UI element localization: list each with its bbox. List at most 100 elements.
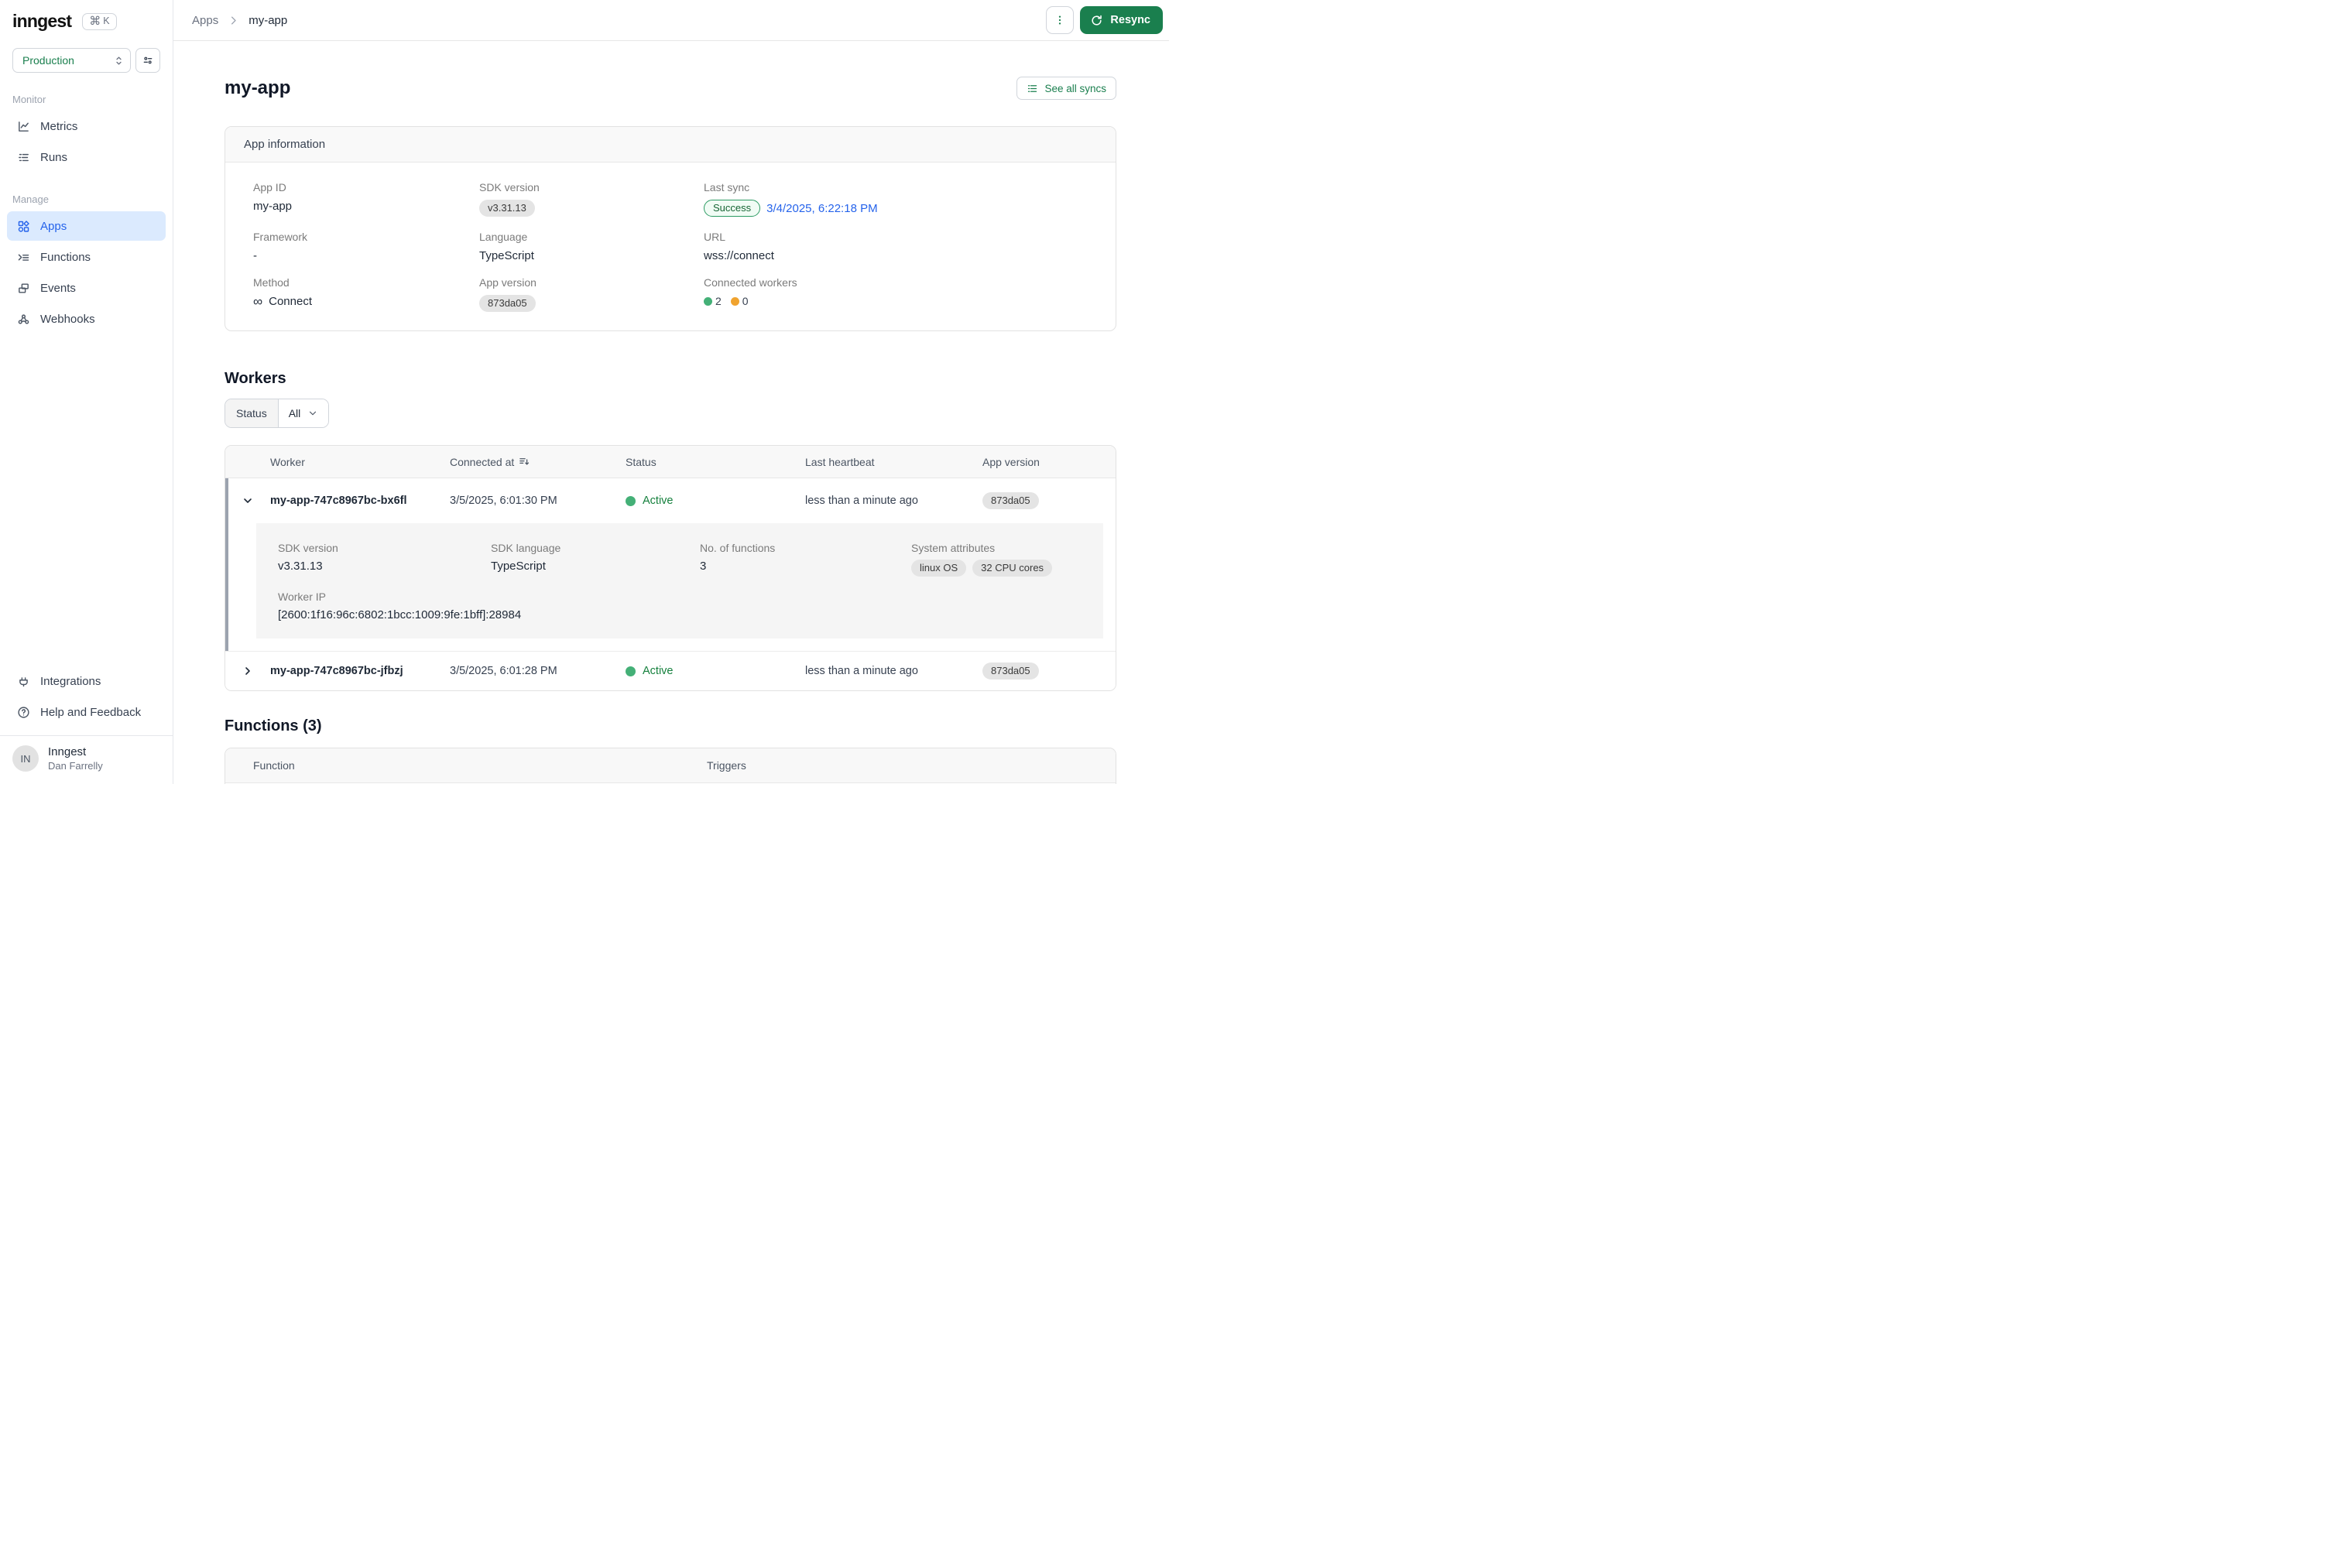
status-filter: Status All	[225, 399, 329, 428]
infinity-icon: ∞	[253, 295, 262, 308]
sidebar-item-label: Webhooks	[40, 313, 95, 326]
status-filter-dropdown[interactable]: All	[279, 399, 329, 427]
worker-last-heartbeat: less than a minute ago	[805, 495, 982, 507]
field-framework: Framework -	[253, 231, 479, 262]
collapse-row-chevron-down-icon[interactable]	[225, 495, 270, 507]
org-name: Inngest	[48, 745, 103, 758]
worker-row-group-expanded: my-app-747c8967bc-bx6fl 3/5/2025, 6:01:3…	[225, 478, 1116, 652]
environment-name: Production	[22, 54, 74, 67]
worker-connected-at: 3/5/2025, 6:01:28 PM	[450, 665, 626, 677]
detail-functions-count: No. of functions 3	[700, 542, 911, 577]
attribute-badge: linux OS	[911, 560, 966, 577]
sidebar-item-functions[interactable]: Functions	[7, 242, 166, 272]
worker-name: my-app-747c8967bc-bx6fl	[270, 495, 450, 507]
user-name: Dan Farrelly	[48, 760, 103, 772]
sidebar-item-integrations[interactable]: Integrations	[7, 666, 166, 696]
sidebar-item-events[interactable]: Events	[7, 273, 166, 303]
detail-worker-ip: Worker IP [2600:1f16:96c:6802:1bcc:1009:…	[278, 591, 1082, 621]
inngest-logo: inngest	[12, 11, 71, 32]
sidebar-item-label: Events	[40, 282, 76, 295]
sidebar: inngest ⌘K Production Monitor Metrics	[0, 0, 173, 784]
more-actions-button[interactable]	[1046, 6, 1074, 34]
command-icon: ⌘	[89, 15, 101, 27]
sidebar-item-help[interactable]: Help and Feedback	[7, 697, 166, 727]
field-method: Method ∞Connect	[253, 276, 479, 312]
breadcrumb: Apps my-app	[192, 14, 287, 27]
field-last-sync: Last sync Success 3/4/2025, 6:22:18 PM	[704, 181, 1088, 217]
worker-app-version-badge: 873da05	[982, 662, 1039, 680]
webhooks-nodes-icon	[17, 313, 30, 326]
sidebar-section-manage: Manage	[12, 193, 160, 205]
workers-heading: Workers	[225, 370, 1116, 388]
col-last-heartbeat: Last heartbeat	[805, 456, 982, 468]
col-worker: Worker	[270, 456, 450, 468]
page-title: my-app	[225, 77, 290, 99]
expand-row-chevron-right-icon[interactable]	[225, 665, 270, 677]
worker-row[interactable]: my-app-747c8967bc-jfbzj 3/5/2025, 6:01:2…	[225, 652, 1116, 690]
breadcrumb-apps-link[interactable]: Apps	[192, 14, 218, 27]
plug-icon	[17, 675, 30, 688]
attribute-badge: 32 CPU cores	[972, 560, 1052, 577]
sidebar-item-label: Integrations	[40, 675, 101, 688]
worker-details-panel: SDK version v3.31.13 SDK language TypeSc…	[256, 523, 1103, 638]
environment-selector[interactable]: Production	[12, 48, 131, 73]
chevron-down-icon	[307, 408, 318, 419]
worker-app-version-badge: 873da05	[982, 492, 1039, 509]
app-version-badge: 873da05	[479, 295, 536, 312]
worker-status: Active	[626, 495, 805, 507]
environment-settings-button[interactable]	[135, 48, 160, 73]
metrics-chart-icon	[17, 120, 30, 133]
functions-table: Function Triggers	[225, 748, 1116, 784]
events-windows-icon	[17, 282, 30, 295]
status-dot	[626, 496, 636, 506]
col-connected-at[interactable]: Connected at	[450, 456, 626, 468]
field-app-version: App version 873da05	[479, 276, 704, 312]
refresh-icon	[1090, 14, 1103, 27]
workers-table-header: Worker Connected at Status Last heartbea…	[225, 446, 1116, 478]
topbar: Apps my-app Resync	[173, 0, 1169, 41]
sidebar-item-runs[interactable]: Runs	[7, 142, 166, 172]
active-workers-dot	[704, 297, 712, 306]
see-all-syncs-button[interactable]: See all syncs	[1016, 77, 1116, 100]
field-url: URL wss://connect	[704, 231, 1088, 262]
last-sync-link[interactable]: 3/4/2025, 6:22:18 PM	[766, 202, 877, 215]
question-circle-icon	[17, 706, 30, 719]
chevrons-up-down-icon	[113, 55, 125, 67]
sidebar-item-webhooks[interactable]: Webhooks	[7, 304, 166, 334]
worker-row[interactable]: my-app-747c8967bc-bx6fl 3/5/2025, 6:01:3…	[225, 478, 1116, 523]
sidebar-item-label: Help and Feedback	[40, 706, 141, 719]
sidebar-item-apps[interactable]: Apps	[7, 211, 166, 241]
apps-grid-icon	[17, 220, 30, 233]
page-content: my-app See all syncs App information App…	[173, 41, 1169, 784]
app-information-card: App information App ID my-app SDK versio…	[225, 126, 1116, 331]
function-row-partial	[225, 783, 1116, 784]
sidebar-item-label: Runs	[40, 151, 67, 164]
resync-button[interactable]: Resync	[1080, 6, 1163, 34]
worker-status: Active	[626, 665, 805, 677]
functions-heading: Functions (3)	[225, 717, 1116, 735]
sort-descending-icon	[519, 456, 530, 467]
sidebar-item-label: Metrics	[40, 120, 77, 133]
col-function: Function	[253, 759, 707, 772]
col-app-version: App version	[982, 456, 1116, 468]
app-root: inngest ⌘K Production Monitor Metrics	[0, 0, 1169, 784]
filter-label: Status	[225, 399, 279, 427]
field-app-id: App ID my-app	[253, 181, 479, 217]
field-connected-workers: Connected workers 2 0	[704, 276, 1088, 312]
sidebar-item-metrics[interactable]: Metrics	[7, 111, 166, 141]
account-menu[interactable]: IN Inngest Dan Farrelly	[0, 736, 173, 784]
chevron-right-icon	[228, 15, 239, 26]
inactive-workers-dot	[731, 297, 739, 306]
command-k-shortcut[interactable]: ⌘K	[82, 13, 116, 30]
sdk-version-badge: v3.31.13	[479, 200, 535, 217]
detail-system-attributes: System attributes linux OS 32 CPU cores	[911, 542, 1082, 577]
runs-list-icon	[17, 151, 30, 164]
worker-name: my-app-747c8967bc-jfbzj	[270, 665, 450, 677]
sidebar-section-monitor: Monitor	[12, 94, 160, 105]
col-triggers: Triggers	[707, 759, 1116, 772]
sliders-icon	[142, 54, 154, 67]
workers-table: Worker Connected at Status Last heartbea…	[225, 445, 1116, 691]
sidebar-item-label: Apps	[40, 220, 67, 233]
field-language: Language TypeScript	[479, 231, 704, 262]
main-area: Apps my-app Resync	[173, 0, 1169, 784]
